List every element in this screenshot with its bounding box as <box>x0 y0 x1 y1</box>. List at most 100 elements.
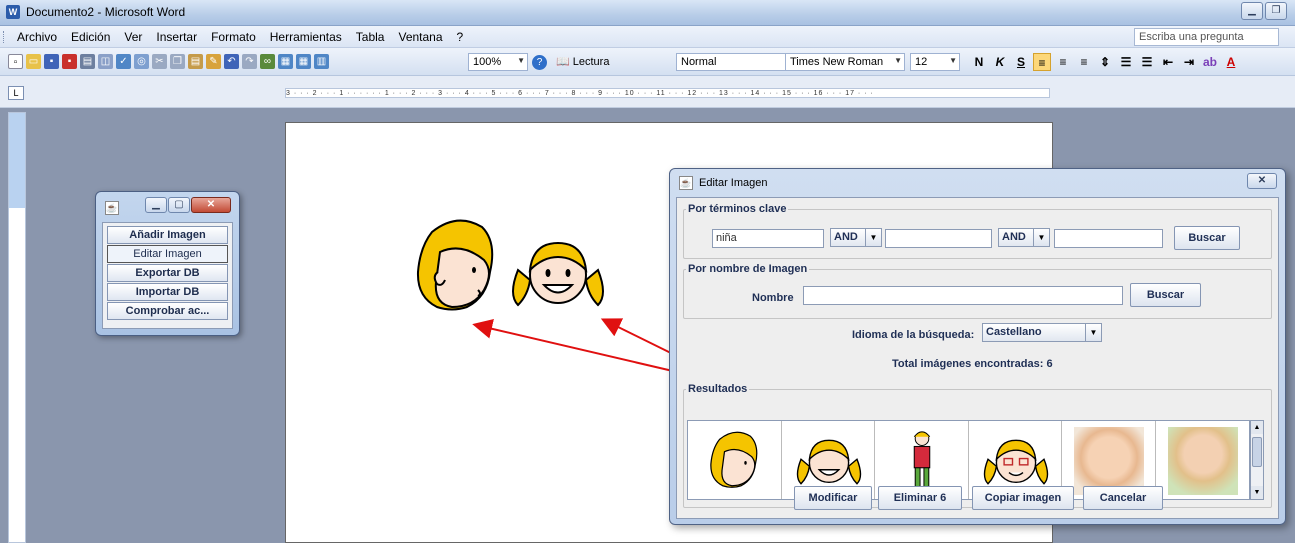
girl-profile-image[interactable] <box>412 212 502 322</box>
menu-archivo[interactable]: Archivo <box>10 30 64 44</box>
help-icon[interactable]: ? <box>532 55 547 70</box>
menu-help[interactable]: ? <box>450 30 471 44</box>
ask-question-box[interactable]: Escriba una pregunta <box>1134 28 1279 46</box>
copy-image-button[interactable]: Copiar imagen <box>972 486 1074 510</box>
research-icon[interactable]: ◎ <box>134 54 149 69</box>
numbering-icon[interactable]: ☰ <box>1117 53 1135 71</box>
results-scrollbar[interactable]: ▲ ▼ <box>1250 420 1264 500</box>
chevron-down-icon: ▼ <box>1085 324 1101 341</box>
girl-standing-thumbnail <box>913 431 931 488</box>
export-db-button[interactable]: Exportar DB <box>107 264 228 282</box>
bold-button[interactable]: N <box>970 53 988 71</box>
results-group-label: Resultados <box>688 383 748 395</box>
undo-icon[interactable]: ↶ <box>224 54 239 69</box>
check-button[interactable]: Comprobar ac... <box>107 302 228 320</box>
import-db-button[interactable]: Importar DB <box>107 283 228 301</box>
open-folder-icon[interactable]: ▭ <box>26 54 41 69</box>
line-spacing-icon[interactable]: ⇕ <box>1096 53 1114 71</box>
keyword1-input[interactable]: niña <box>712 229 824 248</box>
underline-button[interactable]: S <box>1012 53 1030 71</box>
chevron-down-icon: ▼ <box>517 56 525 65</box>
word-title-bar: W Documento2 - Microsoft Word ▁ ❐ <box>0 0 1295 26</box>
save-icon[interactable]: ▪ <box>44 54 59 69</box>
reading-mode-button[interactable]: 📖 Lectura <box>556 55 609 68</box>
edit-image-button[interactable]: Editar Imagen <box>107 245 228 263</box>
menu-tabla[interactable]: Tabla <box>349 30 392 44</box>
permission-icon[interactable]: ▪ <box>62 54 77 69</box>
add-image-button[interactable]: Añadir Imagen <box>107 226 228 244</box>
columns-icon[interactable]: ▥ <box>314 54 329 69</box>
menu-ver[interactable]: Ver <box>117 30 149 44</box>
search-keywords-button[interactable]: Buscar <box>1174 226 1240 250</box>
menu-bar: Archivo Edición Ver Insertar Formato Her… <box>0 26 1295 48</box>
zoom-select[interactable]: 100% ▼ <box>468 53 528 71</box>
delete-button[interactable]: Eliminar 6 <box>878 486 962 510</box>
book-icon: 📖 <box>556 56 570 68</box>
tab-selector[interactable]: L <box>8 86 24 100</box>
keyword3-input[interactable] <box>1054 229 1163 248</box>
redo-icon[interactable]: ↷ <box>242 54 257 69</box>
align-left-icon[interactable]: ≡ <box>1033 53 1051 71</box>
toolbar-icons: ▫ ▭ ▪ ▪ ▤ ◫ ✓ ◎ ✂ ❐ ▤ ✎ ↶ ↷ ∞ ▦ ▦ ▥ <box>8 54 329 69</box>
italic-button[interactable]: K <box>991 53 1009 71</box>
operator2-select[interactable]: AND ▼ <box>998 228 1050 247</box>
align-right-icon[interactable]: ≡ <box>1075 53 1093 71</box>
menu-herramientas[interactable]: Herramientas <box>263 30 349 44</box>
scroll-down-icon[interactable]: ▼ <box>1251 486 1263 499</box>
name-input[interactable] <box>803 286 1123 305</box>
language-select[interactable]: Castellano ▼ <box>982 323 1102 342</box>
menu-grip <box>3 31 6 43</box>
operator1-select[interactable]: AND ▼ <box>830 228 882 247</box>
java-icon: ☕ <box>105 201 119 215</box>
font-size-select[interactable]: 12 ▼ <box>910 53 960 71</box>
print-preview-icon[interactable]: ◫ <box>98 54 113 69</box>
vertical-ruler[interactable] <box>8 112 26 543</box>
menu-insertar[interactable]: Insertar <box>149 30 204 44</box>
print-icon[interactable]: ▤ <box>80 54 95 69</box>
girl-profile-thumbnail <box>710 431 758 488</box>
cancel-button[interactable]: Cancelar <box>1083 486 1163 510</box>
standard-toolbar: ▫ ▭ ▪ ▪ ▤ ◫ ✓ ◎ ✂ ❐ ▤ ✎ ↶ ↷ ∞ ▦ ▦ ▥ 100%… <box>0 48 1295 76</box>
name-label: Nombre <box>752 292 794 304</box>
mini-button-panel: Añadir Imagen Editar Imagen Exportar DB … <box>102 222 233 329</box>
scroll-up-icon[interactable]: ▲ <box>1251 421 1263 434</box>
highlight-icon[interactable]: ab <box>1201 53 1219 71</box>
align-center-icon[interactable]: ≡ <box>1054 53 1072 71</box>
close-button[interactable]: ✕ <box>1247 173 1277 189</box>
copy-icon[interactable]: ❐ <box>170 54 185 69</box>
minimize-button[interactable]: ▁ <box>1241 2 1263 20</box>
result-toddler-photo[interactable] <box>1156 421 1250 499</box>
horizontal-ruler[interactable]: 3 · · · 2 · · · 1 · · · · · · 1 · · · 2 … <box>285 88 1050 98</box>
new-document-icon[interactable]: ▫ <box>8 54 23 69</box>
restore-button[interactable]: ❐ <box>1265 2 1287 20</box>
menu-formato[interactable]: Formato <box>204 30 263 44</box>
menu-ventana[interactable]: Ventana <box>391 30 449 44</box>
menu-edicion[interactable]: Edición <box>64 30 117 44</box>
language-value: Castellano <box>986 326 1042 338</box>
keyword2-input[interactable] <box>885 229 992 248</box>
bullets-icon[interactable]: ☰ <box>1138 53 1156 71</box>
insert-table-icon[interactable]: ▦ <box>296 54 311 69</box>
format-buttons: N K S ≡ ≡ ≡ ⇕ ☰ ☰ ⇤ ⇥ ab A <box>970 53 1240 71</box>
format-painter-icon[interactable]: ✎ <box>206 54 221 69</box>
hyperlink-icon[interactable]: ∞ <box>260 54 275 69</box>
font-color-icon[interactable]: A <box>1222 53 1240 71</box>
cut-icon[interactable]: ✂ <box>152 54 167 69</box>
close-button[interactable]: ✕ <box>191 197 231 213</box>
minimize-button[interactable]: ▁ <box>145 197 167 213</box>
modify-button[interactable]: Modificar <box>794 486 872 510</box>
increase-indent-icon[interactable]: ⇥ <box>1180 53 1198 71</box>
spelling-icon[interactable]: ✓ <box>116 54 131 69</box>
decrease-indent-icon[interactable]: ⇤ <box>1159 53 1177 71</box>
maximize-button[interactable]: ▢ <box>168 197 190 213</box>
result-girl-profile[interactable] <box>688 421 782 499</box>
font-select[interactable]: Times New Roman ▼ <box>785 53 905 71</box>
scroll-thumb[interactable] <box>1252 437 1262 467</box>
word-app-icon[interactable]: W <box>6 5 20 19</box>
paste-icon[interactable]: ▤ <box>188 54 203 69</box>
operator1-value: AND <box>834 231 858 243</box>
girl-smiling-image[interactable] <box>508 235 608 310</box>
chevron-down-icon: ▼ <box>949 56 957 65</box>
search-name-button[interactable]: Buscar <box>1130 283 1201 307</box>
tables-icon[interactable]: ▦ <box>278 54 293 69</box>
